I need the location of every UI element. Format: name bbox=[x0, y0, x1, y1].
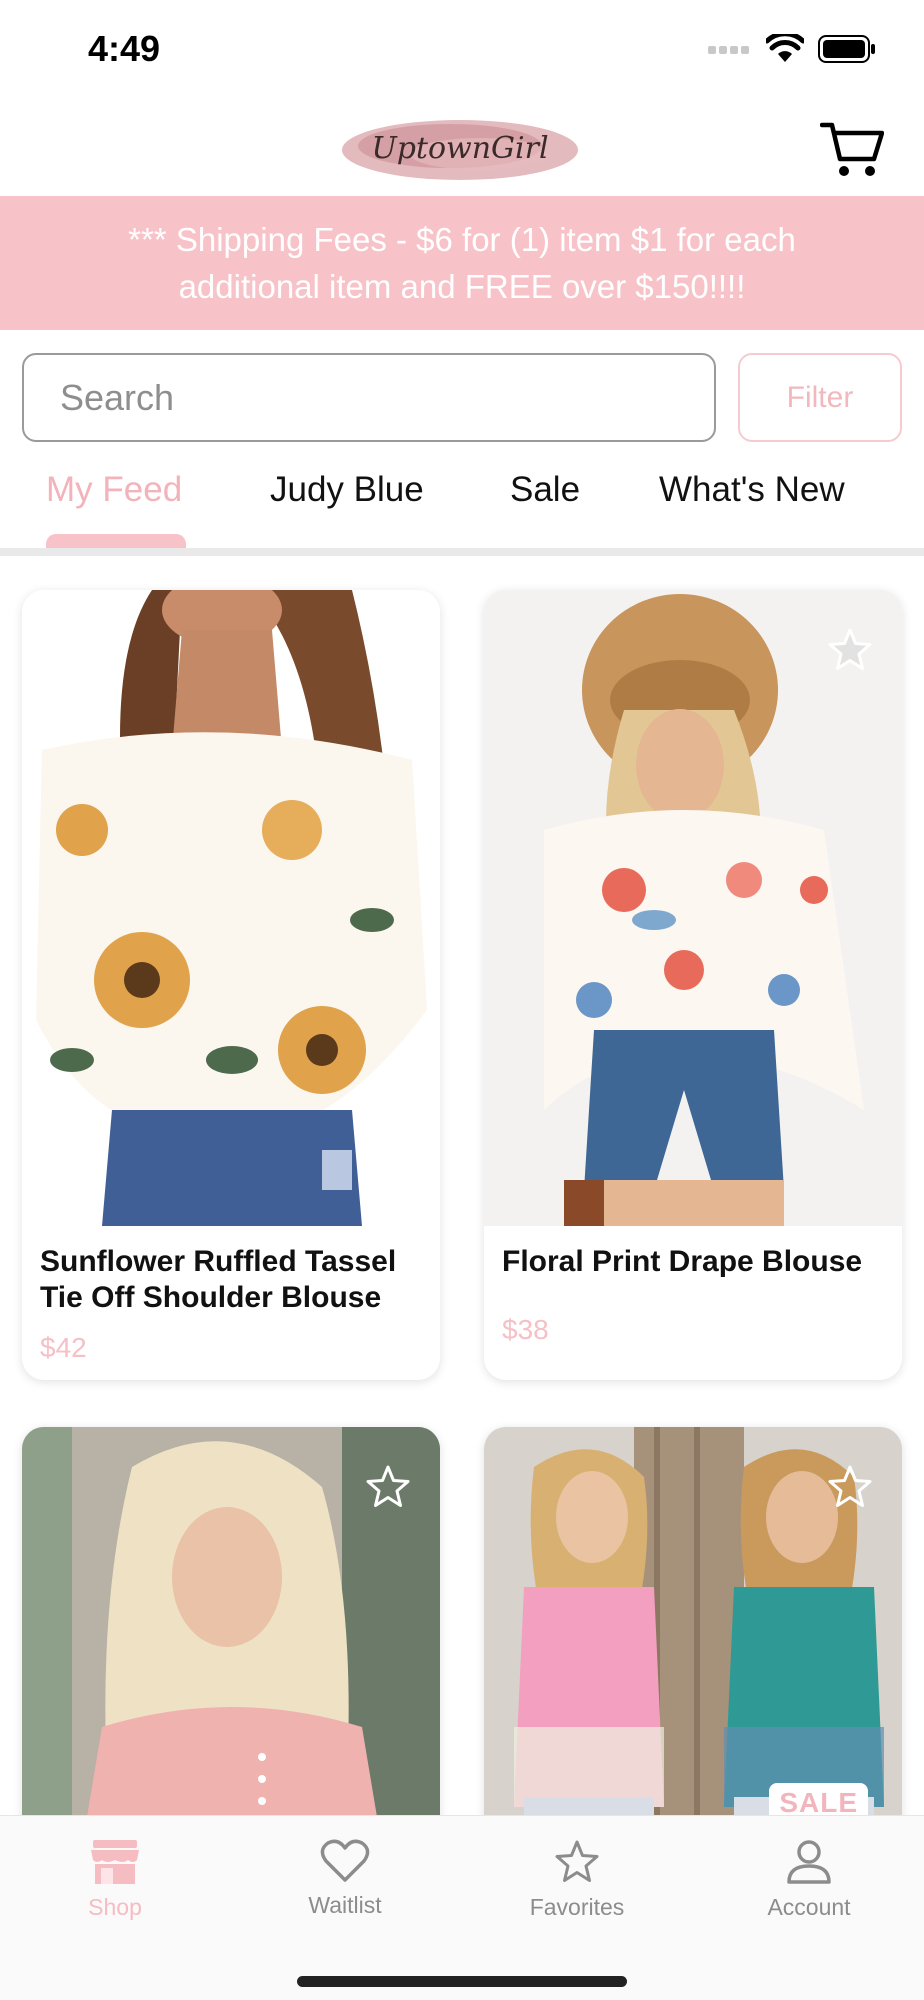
favorite-star-button[interactable] bbox=[826, 626, 874, 674]
battery-icon bbox=[818, 35, 875, 63]
tab-bar-favorites[interactable]: Favorites bbox=[502, 1838, 652, 1948]
product-price: $42 bbox=[40, 1332, 87, 1363]
favorite-star-button[interactable] bbox=[826, 1463, 874, 1511]
shipping-banner: *** Shipping Fees - $6 for (1) item $1 f… bbox=[0, 196, 924, 330]
star-icon bbox=[366, 1465, 410, 1507]
product-card[interactable]: Sunflower Ruffled Tassel Tie Off Shoulde… bbox=[22, 590, 440, 1380]
favorite-star-button[interactable] bbox=[364, 1463, 412, 1511]
tab-my-feed[interactable]: My Feed bbox=[46, 470, 182, 510]
tab-bar-waitlist[interactable]: Waitlist bbox=[270, 1838, 420, 1948]
search-input[interactable] bbox=[22, 353, 716, 442]
star-icon bbox=[555, 1840, 599, 1882]
filter-button[interactable]: Filter bbox=[738, 353, 902, 442]
tab-bar-account-label: Account bbox=[767, 1894, 851, 1920]
product-image[interactable] bbox=[22, 590, 440, 1226]
product-image[interactable] bbox=[484, 590, 902, 1226]
product-card[interactable]: SALE bbox=[484, 1427, 902, 1847]
wifi-icon bbox=[766, 34, 804, 62]
brand-logo[interactable]: UptownGirl bbox=[340, 104, 580, 192]
app-header: UptownGirl bbox=[0, 100, 924, 196]
favorite-star-button[interactable] bbox=[364, 626, 412, 674]
tab-whats-new[interactable]: What's New bbox=[659, 470, 845, 510]
tab-bar-account[interactable]: Account bbox=[734, 1838, 884, 1948]
product-name: Floral Print Drape Blouse bbox=[502, 1245, 863, 1278]
tab-bar-shop-label: Shop bbox=[88, 1894, 142, 1920]
tab-bar-favorites-label: Favorites bbox=[529, 1894, 625, 1920]
heart-icon bbox=[320, 1839, 370, 1882]
status-time: 4:49 bbox=[88, 28, 161, 69]
product-price: $38 bbox=[502, 1314, 549, 1345]
star-icon bbox=[828, 1465, 872, 1507]
status-icons bbox=[708, 34, 876, 64]
cart-button[interactable] bbox=[819, 118, 885, 182]
storefront-icon bbox=[91, 1840, 139, 1884]
category-tabs: My Feed Judy Blue Sale What's New bbox=[0, 462, 924, 550]
logo-text: UptownGirl bbox=[371, 130, 549, 166]
star-icon bbox=[366, 628, 410, 670]
status-bar: 4:49 bbox=[0, 0, 924, 100]
product-card[interactable] bbox=[22, 1427, 440, 1847]
tabs-divider bbox=[0, 548, 924, 556]
tab-sale[interactable]: Sale bbox=[510, 470, 580, 510]
tab-bar-waitlist-label: Waitlist bbox=[308, 1892, 382, 1918]
home-indicator bbox=[297, 1976, 627, 1987]
cellular-signal-icon bbox=[708, 46, 749, 54]
tab-bar-shop[interactable]: Shop bbox=[40, 1838, 190, 1948]
star-icon bbox=[828, 628, 872, 670]
tab-judy-blue[interactable]: Judy Blue bbox=[270, 470, 424, 510]
product-card[interactable]: Floral Print Drape Blouse $38 bbox=[484, 590, 902, 1380]
shipping-banner-text: *** Shipping Fees - $6 for (1) item $1 f… bbox=[128, 221, 796, 305]
product-name: Sunflower Ruffled Tassel Tie Off Shoulde… bbox=[40, 1245, 397, 1314]
person-icon bbox=[787, 1840, 831, 1884]
cart-icon bbox=[819, 122, 885, 176]
bottom-tab-bar: Shop Waitlist Favorites Account bbox=[0, 1815, 924, 2000]
